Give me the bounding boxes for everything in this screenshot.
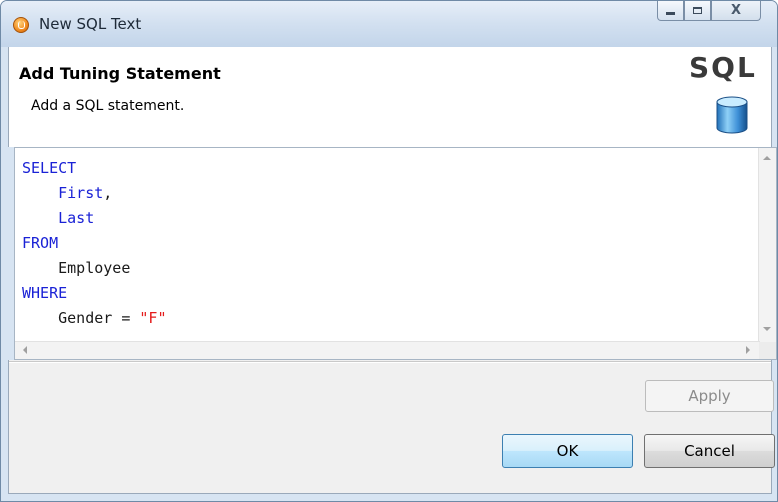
- code-line: SELECT: [22, 156, 167, 181]
- code-token: SELECT: [22, 159, 77, 177]
- code-line: Last: [22, 206, 167, 231]
- button-bar: Apply OK Cancel: [8, 360, 775, 494]
- apply-button[interactable]: Apply: [645, 380, 774, 412]
- close-icon: X: [730, 3, 742, 18]
- code-token: Employee: [58, 259, 131, 277]
- title-bar[interactable]: New SQL Text X: [1, 1, 777, 47]
- page-title: Add Tuning Statement: [19, 64, 221, 83]
- scroll-left-icon[interactable]: [23, 346, 27, 354]
- page-description: Add a SQL statement.: [31, 98, 185, 114]
- vertical-scrollbar[interactable]: [758, 148, 776, 343]
- minimize-icon: [666, 12, 675, 15]
- wizard-header: Add Tuning Statement Add a SQL statement…: [8, 47, 772, 147]
- scroll-down-icon[interactable]: [763, 327, 771, 331]
- code-line: Gender = "F": [22, 306, 167, 331]
- scroll-corner: [759, 342, 776, 359]
- separator: [9, 361, 771, 363]
- sql-code[interactable]: SELECT First, Last FROM Employee WHERE Gen…: [22, 156, 167, 331]
- minimize-button[interactable]: [657, 1, 684, 21]
- horizontal-scrollbar[interactable]: [15, 341, 760, 359]
- database-icon: [716, 96, 748, 134]
- code-token: "F": [139, 309, 167, 327]
- maximize-icon: [693, 7, 702, 14]
- sql-logo: SQL: [689, 51, 757, 84]
- window-title: New SQL Text: [39, 15, 142, 33]
- code-token: ,: [103, 184, 113, 202]
- code-token: First: [58, 184, 104, 202]
- close-button[interactable]: X: [711, 1, 761, 21]
- scroll-right-icon[interactable]: [746, 346, 750, 354]
- app-icon: [13, 17, 29, 33]
- maximize-button[interactable]: [684, 1, 711, 21]
- dialog-window: New SQL Text X Add Tuning Statement Add …: [0, 0, 778, 502]
- code-token: Gender =: [58, 309, 140, 327]
- code-token: WHERE: [22, 284, 68, 302]
- cancel-button[interactable]: Cancel: [644, 434, 775, 468]
- scroll-up-icon[interactable]: [763, 156, 771, 160]
- code-token: FROM: [22, 234, 59, 252]
- code-line: First,: [22, 181, 167, 206]
- code-line: Employee: [22, 256, 167, 281]
- code-line: WHERE: [22, 281, 167, 306]
- code-token: Last: [58, 209, 95, 227]
- sql-editor[interactable]: SELECT First, Last FROM Employee WHERE Gen…: [14, 147, 777, 360]
- code-line: FROM: [22, 231, 167, 256]
- ok-button[interactable]: OK: [502, 434, 633, 468]
